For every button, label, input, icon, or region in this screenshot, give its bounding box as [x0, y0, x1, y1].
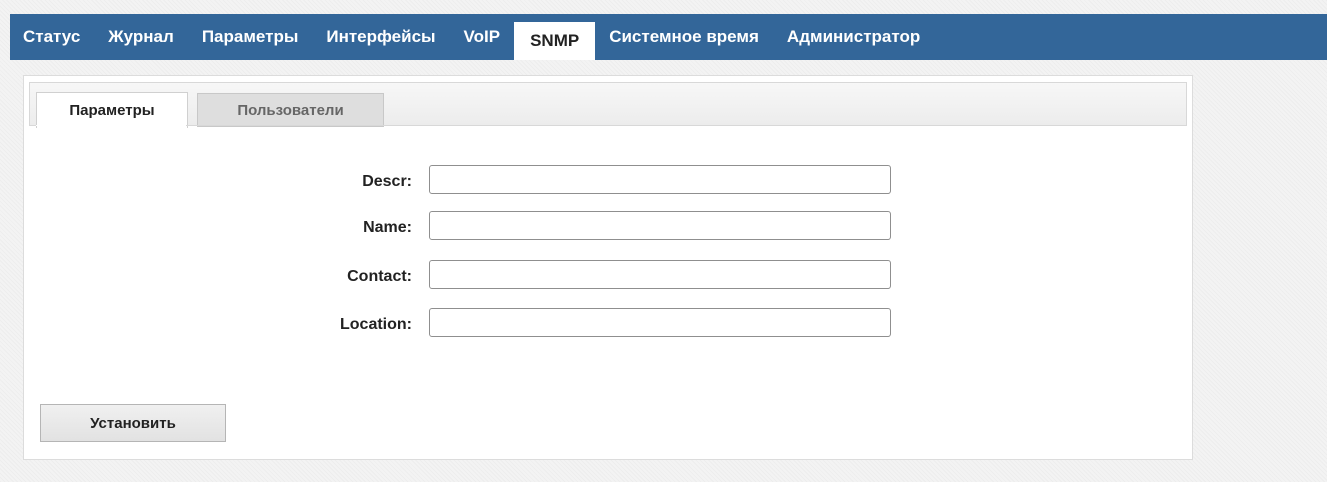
name-input[interactable] [429, 211, 891, 240]
nav-item-voip[interactable]: VoIP [450, 14, 515, 60]
form-row-descr: Descr: [24, 165, 924, 205]
nav-item-administrator[interactable]: Администратор [773, 14, 934, 60]
descr-input[interactable] [429, 165, 891, 194]
nav-item-system-time[interactable]: Системное время [595, 14, 773, 60]
name-label: Name: [363, 219, 412, 236]
nav-item-snmp[interactable]: SNMP [514, 22, 596, 60]
tab-users[interactable]: Пользователи [197, 93, 384, 127]
apply-button[interactable]: Установить [40, 404, 226, 442]
form-row-contact: Contact: [24, 260, 924, 300]
contact-label: Contact: [347, 268, 412, 285]
tab-parameters[interactable]: Параметры [36, 92, 188, 128]
descr-label: Descr: [362, 173, 412, 190]
nav-item-parameters[interactable]: Параметры [188, 14, 313, 60]
form-row-name: Name: [24, 211, 924, 251]
contact-input[interactable] [429, 260, 891, 289]
sub-tab-bar: Параметры Пользователи [29, 82, 1187, 128]
snmp-settings-panel: Параметры Пользователи Descr: Name: Cont… [23, 75, 1193, 460]
location-input[interactable] [429, 308, 891, 337]
nav-item-log[interactable]: Журнал [94, 14, 188, 60]
location-label: Location: [340, 316, 412, 333]
nav-item-status[interactable]: Статус [10, 14, 94, 60]
form-row-location: Location: [24, 308, 924, 348]
tab-divider [29, 125, 1187, 126]
top-nav-bar: Статус Журнал Параметры Интерфейсы VoIP … [10, 14, 1327, 60]
nav-item-interfaces[interactable]: Интерфейсы [312, 14, 449, 60]
